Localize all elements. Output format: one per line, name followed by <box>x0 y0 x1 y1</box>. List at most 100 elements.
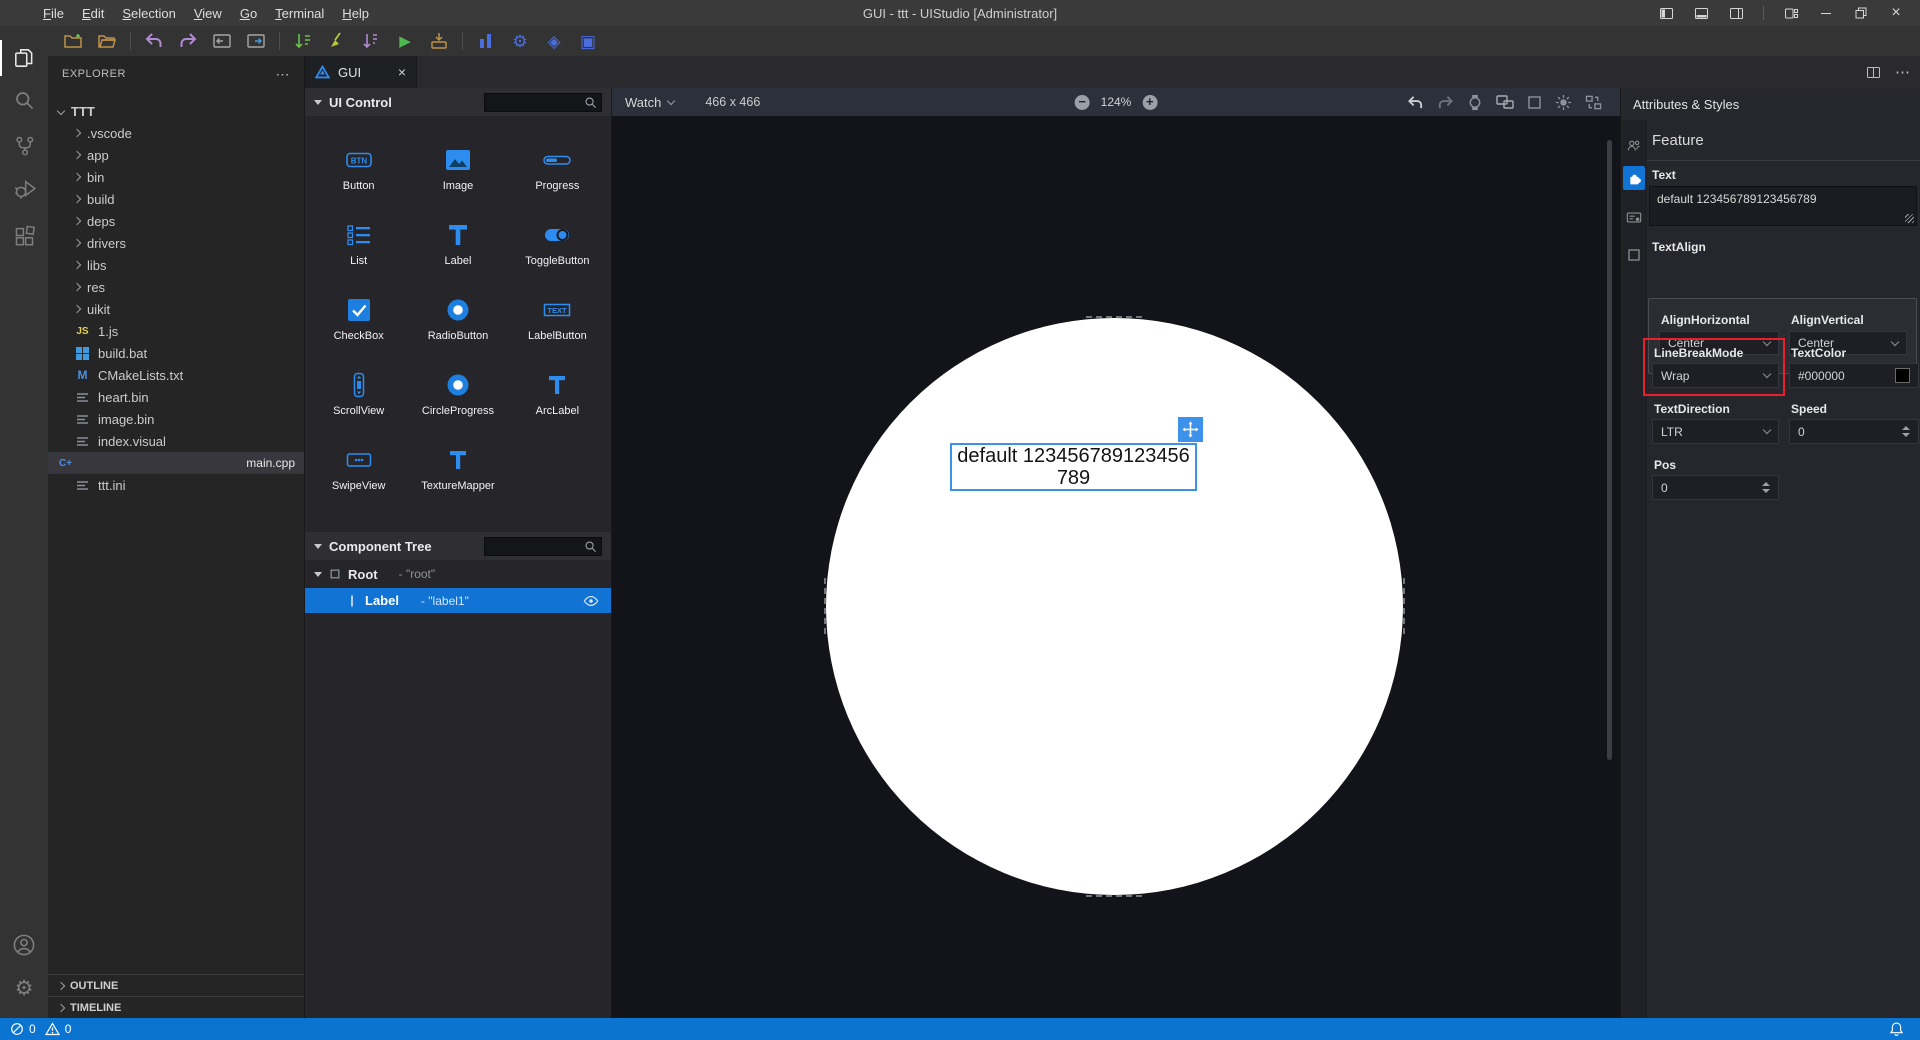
clean-broom-icon[interactable] <box>326 30 348 52</box>
undo-icon[interactable] <box>143 30 165 52</box>
spinner-icon[interactable] <box>1902 426 1910 437</box>
menu-help[interactable]: Help <box>333 6 378 21</box>
tree-file-1js[interactable]: JS 1.js <box>48 320 304 342</box>
tab-gui[interactable]: GUI × <box>305 56 417 88</box>
tree-node-root[interactable]: Root - "root" <box>305 562 611 586</box>
sort-numeric-icon[interactable] <box>292 30 314 52</box>
palette-item-radiobutton[interactable]: RadioButton <box>408 280 507 355</box>
menu-go[interactable]: Go <box>231 6 266 21</box>
palette-item-scrollview[interactable]: ScrollView <box>309 355 408 430</box>
redo-icon[interactable] <box>177 30 199 52</box>
timeline-section[interactable]: TIMELINE <box>48 996 304 1018</box>
palette-item-checkbox[interactable]: CheckBox <box>309 280 408 355</box>
notifications-bell-icon[interactable] <box>1889 1021 1910 1037</box>
tree-folder-res[interactable]: res <box>48 276 304 298</box>
deploy-icon[interactable] <box>428 30 450 52</box>
tree-node-label1[interactable]: Label - "label1" <box>305 588 611 613</box>
canvas-scrollbar[interactable] <box>1607 140 1612 760</box>
editor-more-actions-icon[interactable]: ⋯ <box>1895 63 1910 81</box>
palette-item-label[interactable]: Label <box>408 205 507 280</box>
palette-item-texturemapper[interactable]: TextureMapper <box>408 430 507 505</box>
run-debug-activity-icon[interactable] <box>0 168 48 208</box>
tree-file-indexvisual[interactable]: index.visual <box>48 430 304 452</box>
tree-folder-drivers[interactable]: drivers <box>48 232 304 254</box>
tree-root-ttt[interactable]: TTT <box>48 100 304 122</box>
run-icon[interactable]: ▶ <box>394 30 416 52</box>
ui-control-header[interactable]: UI Control <box>305 88 611 116</box>
account-icon[interactable] <box>0 925 48 965</box>
settings-gears-icon[interactable]: ⚙ <box>509 30 531 52</box>
new-folder-icon[interactable] <box>62 30 84 52</box>
ui-control-search-input[interactable] <box>484 92 602 112</box>
minimize-button[interactable] <box>1818 5 1834 21</box>
palette-item-progress[interactable]: Progress <box>508 130 607 205</box>
palette-item-button[interactable]: BTN Button <box>309 130 408 205</box>
menu-view[interactable]: View <box>185 6 231 21</box>
tree-file-heartbin[interactable]: heart.bin <box>48 386 304 408</box>
text-attribute-input[interactable]: default 123456789123456789 <box>1649 186 1917 226</box>
menu-terminal[interactable]: Terminal <box>266 6 333 21</box>
warnings-icon[interactable] <box>44 1022 60 1036</box>
resize-grip-icon[interactable] <box>1905 214 1914 223</box>
palette-item-labelbutton[interactable]: TEXT LabelButton <box>508 280 607 355</box>
palette-item-arclabel[interactable]: ArcLabel <box>508 355 607 430</box>
move-handle[interactable] <box>1178 417 1203 442</box>
frame-tab-icon[interactable] <box>1621 244 1647 266</box>
textdirection-select[interactable]: LTR <box>1652 419 1779 444</box>
palette-item-swipeview[interactable]: SwipeView <box>309 430 408 505</box>
chip-icon[interactable]: ▣ <box>577 30 599 52</box>
transform-icon[interactable] <box>1585 94 1602 111</box>
selection-frame-icon[interactable] <box>1527 95 1542 110</box>
watch-screen[interactable] <box>826 318 1403 895</box>
customize-layout-icon[interactable] <box>1783 5 1799 21</box>
restore-button[interactable] <box>1853 5 1869 21</box>
label1-widget[interactable]: default 123456789123456 789 <box>950 443 1197 491</box>
open-folder-icon[interactable] <box>96 30 118 52</box>
speed-input[interactable]: 0 <box>1789 419 1919 444</box>
tree-file-tttini[interactable]: ttt.ini <box>48 474 304 496</box>
explorer-activity-icon[interactable] <box>0 38 48 78</box>
pos-input[interactable]: 0 <box>1652 475 1779 500</box>
linebreakmode-select[interactable]: Wrap <box>1652 363 1779 388</box>
visibility-eye-icon[interactable] <box>583 595 599 607</box>
group-tab-icon[interactable] <box>1621 135 1647 157</box>
spinner-icon[interactable] <box>1762 482 1770 493</box>
tree-folder-bin[interactable]: bin <box>48 166 304 188</box>
component-tree-search-input[interactable] <box>484 536 602 556</box>
extensions-activity-icon[interactable] <box>0 215 48 255</box>
device-frame-icon[interactable] <box>1467 94 1483 111</box>
palette-item-list[interactable]: List <box>309 205 408 280</box>
errors-icon[interactable] <box>10 1022 24 1036</box>
canvas-undo-icon[interactable] <box>1407 94 1424 111</box>
tree-folder-app[interactable]: app <box>48 144 304 166</box>
tree-file-cmakelists[interactable]: M CMakeLists.txt <box>48 364 304 386</box>
tree-folder-uikit[interactable]: uikit <box>48 298 304 320</box>
tree-folder-vscode[interactable]: .vscode <box>48 122 304 144</box>
layout-panel-icon[interactable] <box>1693 5 1709 21</box>
dock-right-icon[interactable] <box>245 30 267 52</box>
tree-folder-libs[interactable]: libs <box>48 254 304 276</box>
canvas-redo-icon[interactable] <box>1437 94 1454 111</box>
outline-section[interactable]: OUTLINE <box>48 974 304 996</box>
tree-file-imagebin[interactable]: image.bin <box>48 408 304 430</box>
tree-folder-deps[interactable]: deps <box>48 210 304 232</box>
color-swatch[interactable] <box>1895 368 1910 383</box>
menu-file[interactable]: File <box>34 6 73 21</box>
feature-tab-icon[interactable] <box>1623 166 1645 190</box>
brightness-icon[interactable] <box>1555 94 1572 111</box>
tab-close-icon[interactable]: × <box>398 64 406 80</box>
textcolor-input[interactable]: #000000 <box>1789 363 1919 388</box>
palette-item-togglebutton[interactable]: ToggleButton <box>508 205 607 280</box>
menu-edit[interactable]: Edit <box>73 6 113 21</box>
split-editor-icon[interactable] <box>1866 65 1881 80</box>
palette-item-circleprogress[interactable]: CircleProgress <box>408 355 507 430</box>
layout-sidebar-left-icon[interactable] <box>1658 5 1674 21</box>
palette-item-image[interactable]: Image <box>408 130 507 205</box>
tree-file-maincpp[interactable]: C+ main.cpp <box>48 452 304 474</box>
dock-left-icon[interactable] <box>211 30 233 52</box>
source-control-activity-icon[interactable] <box>0 125 48 165</box>
zoom-out-button[interactable]: − <box>1074 94 1090 110</box>
component-tree-header[interactable]: Component Tree <box>305 532 611 560</box>
device-selector[interactable]: Watch 466 x 466 <box>612 95 760 110</box>
menu-selection[interactable]: Selection <box>113 6 184 21</box>
